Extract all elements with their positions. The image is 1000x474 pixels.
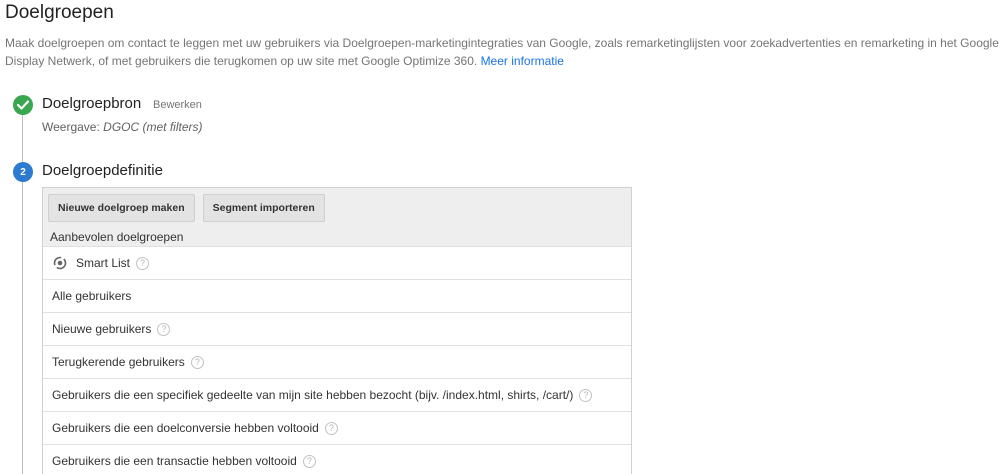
help-icon[interactable]: ?: [302, 454, 316, 468]
audience-item-smart-list[interactable]: Smart List ?: [43, 246, 631, 279]
audience-item-label: Gebruikers die een specifiek gedeelte va…: [52, 388, 574, 402]
audience-definition-panel: Nieuwe doelgroep maken Segment importere…: [42, 187, 632, 474]
import-segment-button[interactable]: Segment importeren: [202, 194, 325, 222]
audience-item-label: Smart List: [76, 256, 131, 270]
new-audience-button[interactable]: Nieuwe doelgroep maken: [48, 194, 195, 222]
view-selection-label: Weergave: DGOC (met filters): [42, 120, 203, 134]
step-number-badge: 2: [13, 162, 33, 182]
audience-item-goal-conversion[interactable]: Gebruikers die een doelconversie hebben …: [43, 411, 631, 444]
audience-item-label: Terugkerende gebruikers: [52, 355, 185, 369]
recommended-audiences-header: Aanbevolen doelgroepen: [43, 228, 631, 246]
help-icon[interactable]: ?: [157, 322, 171, 336]
audience-item-transaction[interactable]: Gebruikers die een transactie hebben vol…: [43, 444, 631, 474]
smart-list-icon: [52, 256, 68, 270]
more-info-link[interactable]: Meer informatie: [481, 54, 564, 68]
help-icon[interactable]: ?: [190, 355, 204, 369]
edit-audience-source-link[interactable]: Bewerken: [153, 99, 202, 111]
audience-item-label: Gebruikers die een doelconversie hebben …: [52, 421, 319, 435]
view-prefix: Weergave:: [42, 120, 100, 134]
audience-item-all-users[interactable]: Alle gebruikers: [43, 279, 631, 312]
audience-item-label: Nieuwe gebruikers: [52, 322, 152, 336]
help-icon[interactable]: ?: [136, 256, 150, 270]
help-icon[interactable]: ?: [579, 388, 593, 402]
step-audience-source-title: Doelgroepbron: [42, 95, 142, 112]
audience-item-new-users[interactable]: Nieuwe gebruikers ?: [43, 312, 631, 345]
audience-item-label: Alle gebruikers: [52, 289, 132, 303]
panel-toolbar: Nieuwe doelgroep maken Segment importere…: [43, 188, 631, 228]
step-audience-definition-title: Doelgroepdefinitie: [42, 162, 163, 179]
audience-item-returning-users[interactable]: Terugkerende gebruikers ?: [43, 345, 631, 378]
audience-item-label: Gebruikers die een transactie hebben vol…: [52, 454, 297, 468]
page-title: Doelgroepen: [5, 2, 114, 23]
page-description: Maak doelgroepen om contact te leggen me…: [5, 34, 1000, 70]
view-value: DGOC (met filters): [103, 120, 203, 134]
help-icon[interactable]: ?: [324, 421, 338, 435]
audience-item-visited-section[interactable]: Gebruikers die een specifiek gedeelte va…: [43, 378, 631, 411]
step-complete-check-icon: [13, 95, 33, 115]
